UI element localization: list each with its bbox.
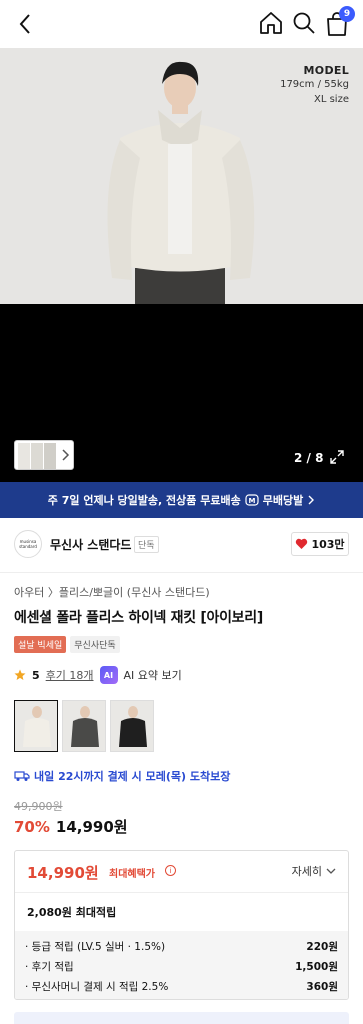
sale-price: 14,990원: [55, 818, 128, 836]
next-section-edge: [14, 1012, 349, 1024]
swatch-black-image: [111, 701, 153, 751]
exclusive-badge: 단독: [134, 536, 159, 553]
model-size: XL size: [314, 94, 349, 105]
sale-tag: 설날 빅세일: [14, 636, 67, 653]
brand-name[interactable]: 무신사 스탠다드: [50, 536, 131, 553]
model-height-weight: 179cm / 55kg: [280, 79, 349, 90]
star-icon: [14, 669, 26, 680]
rating-row: 5 후기 18개 AI AI 요약 보기: [14, 666, 182, 684]
chevron-left-icon[interactable]: [12, 10, 40, 38]
brand-row: musinsa standard 무신사 스탠다드 단독 103만: [0, 528, 363, 560]
chevron-right-icon: [308, 495, 315, 505]
points-item: · 후기 적립 1,500원: [25, 957, 338, 977]
ai-summary-link[interactable]: AI 요약 보기: [124, 667, 182, 683]
product-tags: 설날 빅세일 무신사단독: [14, 636, 120, 653]
swatch-black[interactable]: [110, 700, 154, 752]
benefit-box: 14,990원 최대혜택가 i 자세히 2,080원 최대적립 · 등급 적립 …: [14, 850, 349, 1000]
points-item-label: · 등급 적립 (LV.5 실버 · 1.5%): [25, 941, 166, 953]
detail-label: 자세히: [291, 865, 322, 878]
banner-text: 주 7일 언제나 당일발송, 전상품 무료배송: [47, 494, 241, 507]
like-button[interactable]: 103만: [291, 532, 349, 556]
top-bar: 9: [0, 0, 363, 48]
svg-text:M: M: [248, 497, 255, 505]
detail-toggle[interactable]: 자세히: [292, 863, 336, 879]
model-title: MODEL: [303, 64, 349, 77]
price-row: 70% 14,990원: [14, 816, 128, 837]
product-title: 에센셜 폴라 플리스 하이넥 재킷 [아이보리]: [14, 610, 263, 626]
product-image[interactable]: MODEL 179cm / 55kg XL size: [0, 48, 363, 304]
max-benefit-label: 최대혜택가: [109, 869, 155, 880]
delivery-text: 내일 22시까지 결제 시 모레(목) 도착보장: [34, 770, 231, 783]
points-list: · 등급 적립 (LV.5 실버 · 1.5%) 220원 · 후기 적립 1,…: [15, 931, 348, 999]
points-item-value: 360원: [306, 981, 338, 993]
expand-icon[interactable]: [330, 450, 344, 464]
search-icon[interactable]: [291, 10, 317, 36]
discount-rate: 70%: [14, 818, 50, 836]
breadcrumb[interactable]: 아우터 〉플리스/뽀글이 (무신사 스탠다드): [14, 584, 210, 600]
color-swatches: [14, 700, 154, 752]
max-benefit-price: 14,990원: [27, 864, 99, 882]
review-link[interactable]: 후기 18개: [46, 667, 94, 683]
banner-tag: 무배당발: [262, 494, 304, 507]
image-counter: 2 / 8: [294, 451, 324, 465]
points-item-label: · 무신사머니 결제 시 적립 2.5%: [25, 981, 169, 993]
section-divider: [0, 572, 363, 573]
thumbnail-preview-button[interactable]: [14, 440, 74, 470]
like-count: 103만: [311, 538, 345, 551]
points-item-label: · 후기 적립: [25, 961, 74, 973]
info-icon[interactable]: i: [165, 865, 176, 876]
thumbnail-2: [31, 443, 43, 469]
truck-icon: [14, 771, 30, 781]
benefit-header[interactable]: 14,990원 최대혜택가 i 자세히: [15, 851, 348, 893]
thumbnail-3: [44, 443, 56, 469]
points-item-value: 1,500원: [295, 961, 338, 973]
swatch-charcoal[interactable]: [62, 700, 106, 752]
original-price: 49,900원: [14, 800, 63, 813]
delivery-guarantee: 내일 22시까지 결제 시 모레(목) 도착보장: [14, 768, 230, 784]
chevron-down-icon: [326, 868, 336, 874]
home-icon[interactable]: [258, 10, 284, 36]
thumbnail-1: [18, 443, 30, 469]
ai-icon: AI: [99, 666, 118, 684]
swatch-charcoal-image: [63, 701, 105, 751]
points-total: 2,080원 최대적립: [27, 906, 117, 919]
model-info: MODEL 179cm / 55kg XL size: [280, 64, 349, 107]
points-item: · 등급 적립 (LV.5 실버 · 1.5%) 220원: [25, 937, 338, 957]
points-item: · 무신사머니 결제 시 적립 2.5% 360원: [25, 977, 338, 997]
delivery-badge-icon: M: [245, 494, 259, 506]
brand-logo[interactable]: musinsa standard: [14, 530, 42, 558]
heart-icon: [296, 538, 308, 549]
rating-score: 5: [32, 668, 40, 682]
swatch-ivory[interactable]: [14, 700, 58, 752]
chevron-right-icon: [62, 449, 70, 461]
swatch-ivory-image: [15, 701, 57, 751]
exclusive-tag: 무신사단독: [70, 636, 120, 653]
cart-button[interactable]: 9: [323, 6, 355, 38]
points-item-value: 220원: [306, 941, 338, 953]
delivery-banner[interactable]: 주 7일 언제나 당일발송, 전상품 무료배송 M 무배당발: [0, 482, 363, 518]
cart-count-badge: 9: [339, 6, 355, 22]
